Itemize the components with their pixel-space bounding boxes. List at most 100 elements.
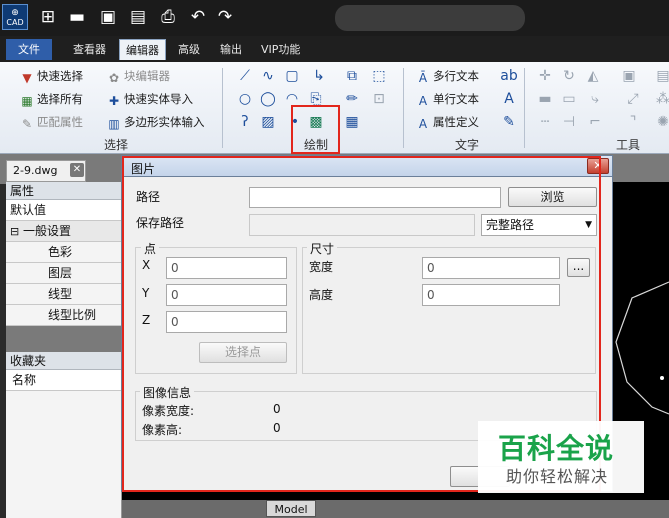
octagon-drawing <box>615 281 669 415</box>
block-insert-icon[interactable]: ⧉ <box>343 67 361 85</box>
offset-icon[interactable]: ⤷ <box>586 90 604 108</box>
redo-icon[interactable]: ↷ <box>215 7 235 27</box>
polyline-icon[interactable]: ∿ <box>259 67 277 85</box>
save-icon[interactable]: ▣ <box>98 7 118 27</box>
attribute-definition-label: 属性定义 <box>433 115 479 129</box>
select-all-button[interactable]: ▦ 选择所有 <box>20 91 83 108</box>
save-as-icon[interactable]: ▤ <box>128 7 148 27</box>
rotate-icon[interactable]: ↻ <box>560 67 578 85</box>
property-row-color[interactable]: 色彩 <box>6 242 121 263</box>
general-section[interactable]: ⊟ 一般设置 <box>6 221 121 242</box>
text-style-icon[interactable]: ab <box>500 67 518 85</box>
dimension-icon[interactable]: ↳ <box>310 67 328 85</box>
fillet-icon[interactable]: ⌐ <box>586 113 604 131</box>
draw-group-label: 绘制 <box>304 138 329 152</box>
select-all-icon: ▦ <box>21 94 33 108</box>
favorites-name-column: 名称 <box>6 370 121 391</box>
app-logo-text: CAD <box>6 18 24 27</box>
undo-icon[interactable]: ↶ <box>188 7 208 27</box>
circle-icon[interactable]: ○ <box>236 90 254 108</box>
collapse-icon: ⊟ <box>10 225 20 238</box>
ribbon-separator <box>524 68 525 148</box>
select-all-label: 选择所有 <box>37 92 83 106</box>
move-icon[interactable]: ✛ <box>536 67 554 85</box>
brush-icon: ✎ <box>21 117 33 131</box>
join-icon[interactable]: ⊣ <box>560 113 578 131</box>
open-folder-icon[interactable]: ▬ <box>67 7 87 27</box>
break-icon[interactable]: ┄ <box>536 113 554 131</box>
property-row-layer[interactable]: 图层 <box>6 263 121 284</box>
default-value-select[interactable]: 默认值 <box>6 200 121 221</box>
print-icon[interactable]: ⎙ <box>158 7 178 27</box>
tab-vip[interactable]: VIP功能 <box>255 39 306 60</box>
polygon-entity-input-button[interactable]: ▥ 多边形实体输入 <box>107 114 205 131</box>
text-highlight-icon[interactable]: ✎ <box>500 113 518 131</box>
quick-select-button[interactable]: ▼ 快速选择 <box>20 68 83 85</box>
watermark-subtitle: 助你轻松解决 <box>506 467 609 486</box>
tab-advanced[interactable]: 高级 <box>172 39 206 60</box>
new-file-icon[interactable]: ⊞ <box>38 7 58 27</box>
text-edit-icon[interactable]: A <box>500 90 518 108</box>
property-row-linetype-scale[interactable]: 线型比例 <box>6 305 121 326</box>
ellipse-icon[interactable]: ◯ <box>259 90 277 108</box>
tools-group-label: 工具 <box>616 138 641 152</box>
property-row-linetype[interactable]: 线型 <box>6 284 121 305</box>
tab-file[interactable]: 文件 <box>6 39 52 60</box>
tab-output[interactable]: 输出 <box>214 39 248 60</box>
single-line-text-icon: A <box>418 94 428 108</box>
polygon-entity-input-label: 多边形实体输入 <box>124 115 205 129</box>
quick-entity-import-button[interactable]: ✚ 快速实体导入 <box>107 91 193 108</box>
watermark-title: 百科全说 <box>498 432 615 465</box>
ribbon-separator <box>403 68 404 148</box>
extend-icon[interactable]: ▭ <box>560 90 578 108</box>
table-icon[interactable]: ▦ <box>343 113 361 131</box>
block-editor-label: 块编辑器 <box>124 69 170 83</box>
model-tab-bar <box>122 500 669 518</box>
block-editor-button[interactable]: ✿ 块编辑器 <box>107 68 170 85</box>
cloud-dropdown-icon[interactable]: ⊡ <box>370 90 388 108</box>
tab-viewer[interactable]: 查看器 <box>67 39 112 60</box>
rectangle-icon[interactable]: ▢ <box>283 67 301 85</box>
drawing-point <box>660 376 664 380</box>
multiline-text-button[interactable]: Ā 多行文本 <box>416 68 479 85</box>
spline-icon[interactable]: ʔ <box>236 113 254 131</box>
mirror-icon[interactable]: ◭ <box>584 67 602 85</box>
close-document-icon[interactable]: ✕ <box>70 163 84 177</box>
model-tab[interactable]: Model <box>266 500 316 517</box>
title-blurred-area <box>335 5 525 31</box>
hatch-icon[interactable]: ▨ <box>259 113 277 131</box>
text-group-label: 文字 <box>455 138 480 152</box>
block-editor-icon: ✿ <box>108 71 120 85</box>
plus-icon: ✚ <box>108 94 120 108</box>
select-group-label: 选择 <box>104 138 129 152</box>
single-line-text-button[interactable]: A 单行文本 <box>416 91 479 108</box>
scale-icon[interactable]: ⤢ <box>624 90 642 108</box>
chamfer-icon[interactable]: ⌝ <box>624 113 642 131</box>
attribute-definition-button[interactable]: A 属性定义 <box>416 114 479 131</box>
match-properties-label: 匹配属性 <box>37 115 83 129</box>
hatch-dropdown-icon[interactable]: ⬚ <box>370 67 388 85</box>
line-icon[interactable]: ⟋ <box>236 67 254 85</box>
quick-select-label: 快速选择 <box>37 69 83 83</box>
app-logo[interactable]: ⊕ CAD <box>2 4 28 30</box>
match-properties-button[interactable]: ✎ 匹配属性 <box>20 114 83 131</box>
multiline-text-label: 多行文本 <box>433 69 479 83</box>
pen-icon[interactable]: ✏ <box>343 90 361 108</box>
general-section-label: 一般设置 <box>23 224 72 238</box>
panel-spacer <box>6 326 121 352</box>
array-icon[interactable]: ⁂ <box>654 90 669 108</box>
trim-icon[interactable]: ▬ <box>536 90 554 108</box>
tab-editor[interactable]: 编辑器 <box>119 39 166 60</box>
explode-icon[interactable]: ✺ <box>654 113 669 131</box>
layer-dropdown-icon[interactable]: ▣ <box>620 67 638 85</box>
ribbon-separator <box>222 68 223 148</box>
polygon-input-icon: ▥ <box>108 117 120 131</box>
quick-entity-import-label: 快速实体导入 <box>124 92 193 106</box>
favorites-header: 收藏夹 <box>6 352 121 370</box>
properties-panel: 属性 默认值 ⊟ 一般设置 色彩 图层 线型 线型比例 收藏夹 名称 <box>6 182 122 518</box>
single-line-text-label: 单行文本 <box>433 92 479 106</box>
attribute-definition-icon: A <box>418 117 428 131</box>
tool-more-icon[interactable]: ▤ <box>654 67 669 85</box>
document-tab-label: 2-9.dwg <box>13 164 58 177</box>
funnel-icon: ▼ <box>22 71 32 85</box>
